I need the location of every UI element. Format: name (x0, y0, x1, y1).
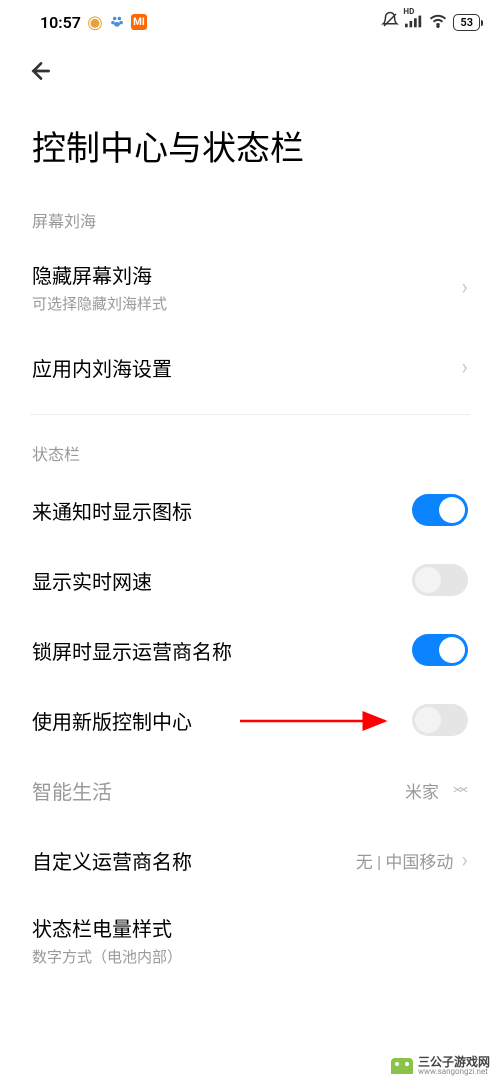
divider (30, 414, 470, 415)
row-custom-carrier[interactable]: 自定义运营商名称 无 | 中国移动 › (0, 825, 500, 895)
row-value: 无 | 中国移动 (356, 848, 454, 873)
updown-icon: ︿﹀ (453, 782, 468, 798)
watermark-logo-icon (391, 1058, 413, 1074)
toggle-show-carrier-lock[interactable] (412, 634, 468, 666)
page-title: 控制中心与状态栏 (0, 101, 500, 194)
toggle-use-new-control[interactable] (412, 704, 468, 736)
toggle-show-notif-icon[interactable] (412, 494, 468, 526)
row-sub: 数字方式（电池内部） (32, 946, 182, 967)
row-show-netspeed: 显示实时网速 (0, 545, 500, 615)
row-use-new-control: 使用新版控制中心 (0, 685, 500, 755)
baidu-paw-icon (109, 14, 125, 30)
nav-bar (0, 40, 500, 101)
status-left-group: 10:57 ◉ MI (40, 13, 147, 32)
back-icon[interactable] (28, 58, 54, 91)
row-hide-notch[interactable]: 隐藏屏幕刘海 可选择隐藏刘海样式 › (0, 242, 500, 332)
watermark-url: www.sangongzi.net (418, 1068, 490, 1076)
weibo-icon: ◉ (87, 14, 103, 30)
row-value: 米家 (405, 778, 439, 803)
row-title: 应用内刘海设置 (32, 353, 172, 382)
chevron-right-icon: › (461, 355, 468, 380)
wifi-icon (429, 13, 447, 32)
hd-label: HD (403, 7, 414, 16)
row-title: 隐藏屏幕刘海 (32, 260, 167, 289)
row-title: 锁屏时显示运营商名称 (32, 636, 232, 665)
signal-icon: HD (405, 13, 423, 32)
row-title: 自定义运营商名称 (32, 846, 192, 875)
toggle-show-netspeed[interactable] (412, 564, 468, 596)
row-title: 显示实时网速 (32, 566, 152, 595)
mi-app-icon: MI (131, 14, 147, 30)
row-show-carrier-lock: 锁屏时显示运营商名称 (0, 615, 500, 685)
phone-status-bar: 10:57 ◉ MI HD 53 (0, 0, 500, 40)
row-smart-life[interactable]: 智能生活 米家 ︿﹀ (0, 755, 500, 825)
battery-icon: 53 (453, 14, 480, 31)
row-inapp-notch[interactable]: 应用内刘海设置 › (0, 332, 500, 402)
dnd-icon (381, 11, 399, 33)
row-title: 使用新版控制中心 (32, 706, 192, 735)
status-time: 10:57 (40, 13, 81, 32)
row-sub: 可选择隐藏刘海样式 (32, 293, 167, 314)
watermark: 三公子游戏网 www.sangongzi.net (391, 1056, 490, 1076)
chevron-right-icon: › (461, 848, 468, 873)
section-header-statusbar: 状态栏 (0, 427, 500, 475)
row-title: 状态栏电量样式 (32, 913, 182, 942)
row-title: 来通知时显示图标 (32, 496, 192, 525)
row-title: 智能生活 (32, 776, 112, 805)
row-show-notif-icon: 来通知时显示图标 (0, 475, 500, 545)
row-battery-style[interactable]: 状态栏电量样式 数字方式（电池内部） (0, 895, 500, 985)
status-right-group: HD 53 (381, 11, 480, 33)
section-header-notch: 屏幕刘海 (0, 194, 500, 242)
chevron-right-icon: › (461, 275, 468, 300)
